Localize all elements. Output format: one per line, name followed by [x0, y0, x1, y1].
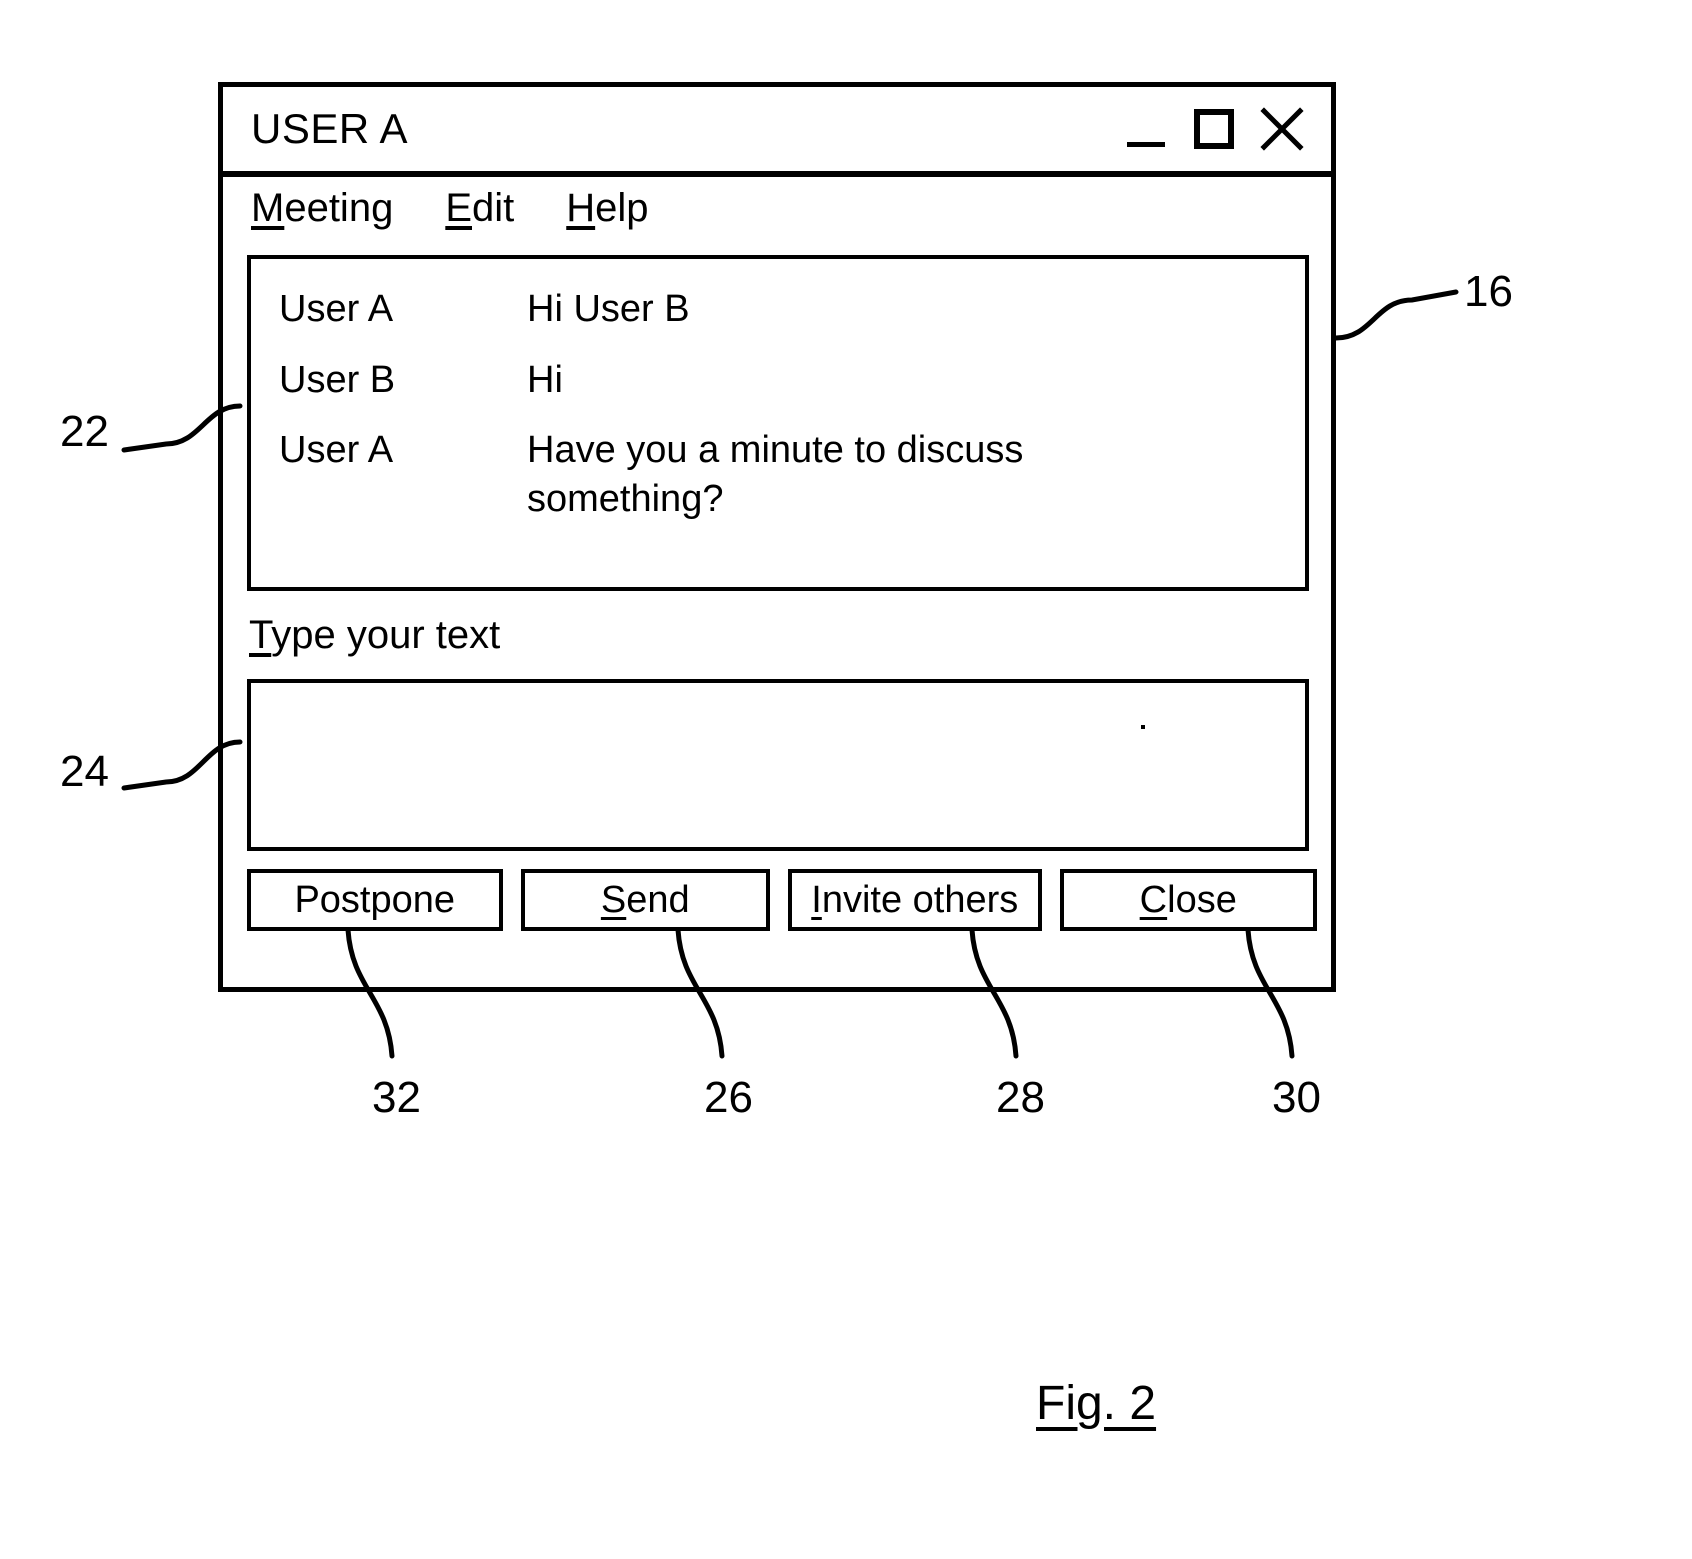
maximize-icon[interactable] — [1191, 106, 1237, 152]
compose-label-accel: T — [249, 613, 272, 657]
send-button-label: end — [626, 879, 690, 921]
message-text: Hi — [527, 358, 563, 401]
close-button-label: lose — [1167, 879, 1237, 921]
reference-number-16: 16 — [1464, 267, 1513, 316]
menu-item-help-accel: H — [566, 186, 596, 230]
close-icon[interactable] — [1259, 106, 1305, 152]
compose-input[interactable] — [247, 679, 1309, 851]
send-button[interactable]: Send — [520, 869, 771, 931]
menu-item-help-label: elp — [595, 186, 649, 230]
message-author: User B — [279, 358, 396, 401]
message-author: User A — [279, 429, 394, 472]
reference-number-22: 22 — [60, 407, 109, 456]
menu-item-meeting[interactable]: Meeting — [251, 188, 393, 228]
window-title: USER A — [251, 105, 409, 152]
invite-others-button-label: nvite others — [821, 879, 1019, 921]
figure-caption: Fig. 2 — [1036, 1377, 1157, 1430]
invite-others-button-accel: I — [811, 879, 822, 921]
close-button[interactable]: Close — [1059, 869, 1317, 931]
compose-label-text: ype your text — [271, 613, 501, 657]
invite-others-button[interactable]: Invite others — [788, 869, 1042, 931]
message-row: User A Hi User B — [251, 285, 1305, 334]
reference-number-28: 28 — [996, 1073, 1045, 1122]
reference-number-30: 30 — [1272, 1073, 1321, 1122]
menu-item-edit-accel: E — [445, 186, 472, 230]
message-text: Hi User B — [527, 288, 690, 330]
messages-panel[interactable]: User A Hi User B User B Hi User A Have y… — [247, 255, 1309, 591]
title-bar: USER A — [223, 87, 1331, 177]
message-row: User B Hi — [251, 356, 1305, 405]
menu-item-meeting-accel: M — [251, 186, 285, 230]
message-text: Have you a minute to discuss something? — [527, 429, 1024, 520]
message-row: User A Have you a minute to discuss some… — [251, 426, 1305, 523]
menu-item-meeting-label: eeting — [284, 186, 394, 230]
application-window: USER A Meeting Edit Help User A Hi User … — [218, 82, 1336, 992]
reference-number-26: 26 — [704, 1073, 753, 1122]
reference-number-32: 32 — [372, 1073, 421, 1122]
menu-item-edit[interactable]: Edit — [445, 188, 514, 228]
postpone-button[interactable]: Postpone — [247, 869, 503, 931]
message-author: User A — [279, 288, 394, 330]
close-button-accel: C — [1139, 879, 1168, 921]
text-caret — [1141, 725, 1145, 729]
leader-16 — [1333, 289, 1459, 341]
menu-bar: Meeting Edit Help — [223, 177, 1331, 239]
minimize-icon[interactable] — [1123, 106, 1169, 152]
button-row: Postpone Send Invite others Close — [247, 869, 1317, 931]
compose-label: Type your text — [249, 615, 500, 655]
reference-number-24: 24 — [60, 747, 109, 796]
patent-figure: USER A Meeting Edit Help User A Hi User … — [0, 0, 1692, 1559]
window-controls — [1123, 106, 1305, 152]
send-button-accel: S — [600, 879, 627, 921]
postpone-button-label: Postpone — [294, 879, 456, 921]
menu-item-edit-label: dit — [472, 186, 515, 230]
menu-item-help[interactable]: Help — [566, 188, 648, 228]
